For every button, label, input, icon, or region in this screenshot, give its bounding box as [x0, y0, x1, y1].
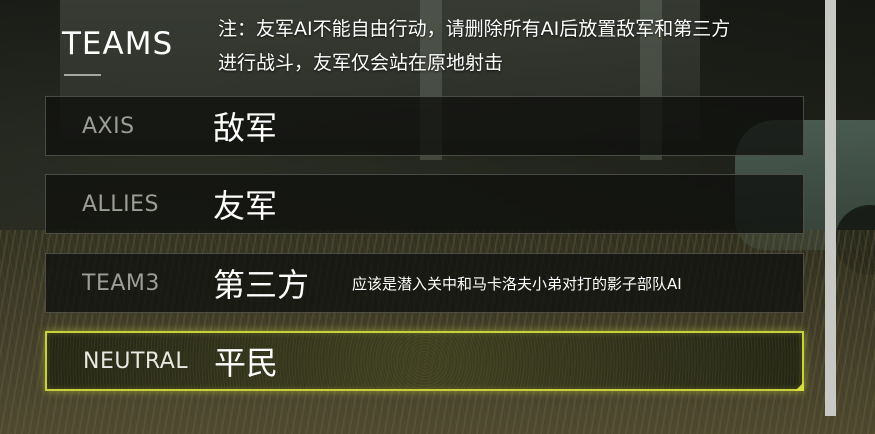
team-tag: AXIS: [82, 113, 135, 139]
team-tag: TEAM3: [82, 270, 160, 296]
team-row-team3[interactable]: TEAM3 第三方 应该是潜入关中和马卡洛夫小弟对打的影子部队AI: [45, 253, 804, 313]
team-tag: ALLIES: [82, 191, 159, 217]
title-underline: [64, 74, 101, 76]
scrollbar-thumb[interactable]: [825, 0, 836, 416]
team-row-axis[interactable]: AXIS 敌军: [45, 96, 804, 156]
team-tag: NEUTRAL: [83, 348, 189, 374]
teams-screen: TEAMS 注：友军AI不能自由行动，请删除所有AI后放置敌军和第三方 进行战斗…: [0, 0, 875, 434]
panel-title: TEAMS: [62, 26, 174, 62]
note-text: 注：友军AI不能自由行动，请删除所有AI后放置敌军和第三方 进行战斗，友军仅会站…: [218, 12, 838, 80]
team-description: 应该是潜入关中和马卡洛夫小弟对打的影子部队AI: [352, 274, 682, 293]
team-name: 敌军: [213, 109, 278, 147]
team-row-neutral[interactable]: NEUTRAL 平民: [45, 331, 804, 391]
note-line: 进行战斗，友军仅会站在原地射击: [218, 52, 504, 74]
team-name: 第三方: [213, 266, 310, 304]
team-name: 友军: [213, 187, 278, 225]
note-line: 注：友军AI不能自由行动，请删除所有AI后放置敌军和第三方: [218, 18, 731, 40]
team-name: 平民: [214, 344, 279, 382]
scrollbar[interactable]: [825, 0, 836, 416]
selection-corner-icon: [795, 382, 804, 391]
team-row-allies[interactable]: ALLIES 友军: [45, 174, 804, 234]
